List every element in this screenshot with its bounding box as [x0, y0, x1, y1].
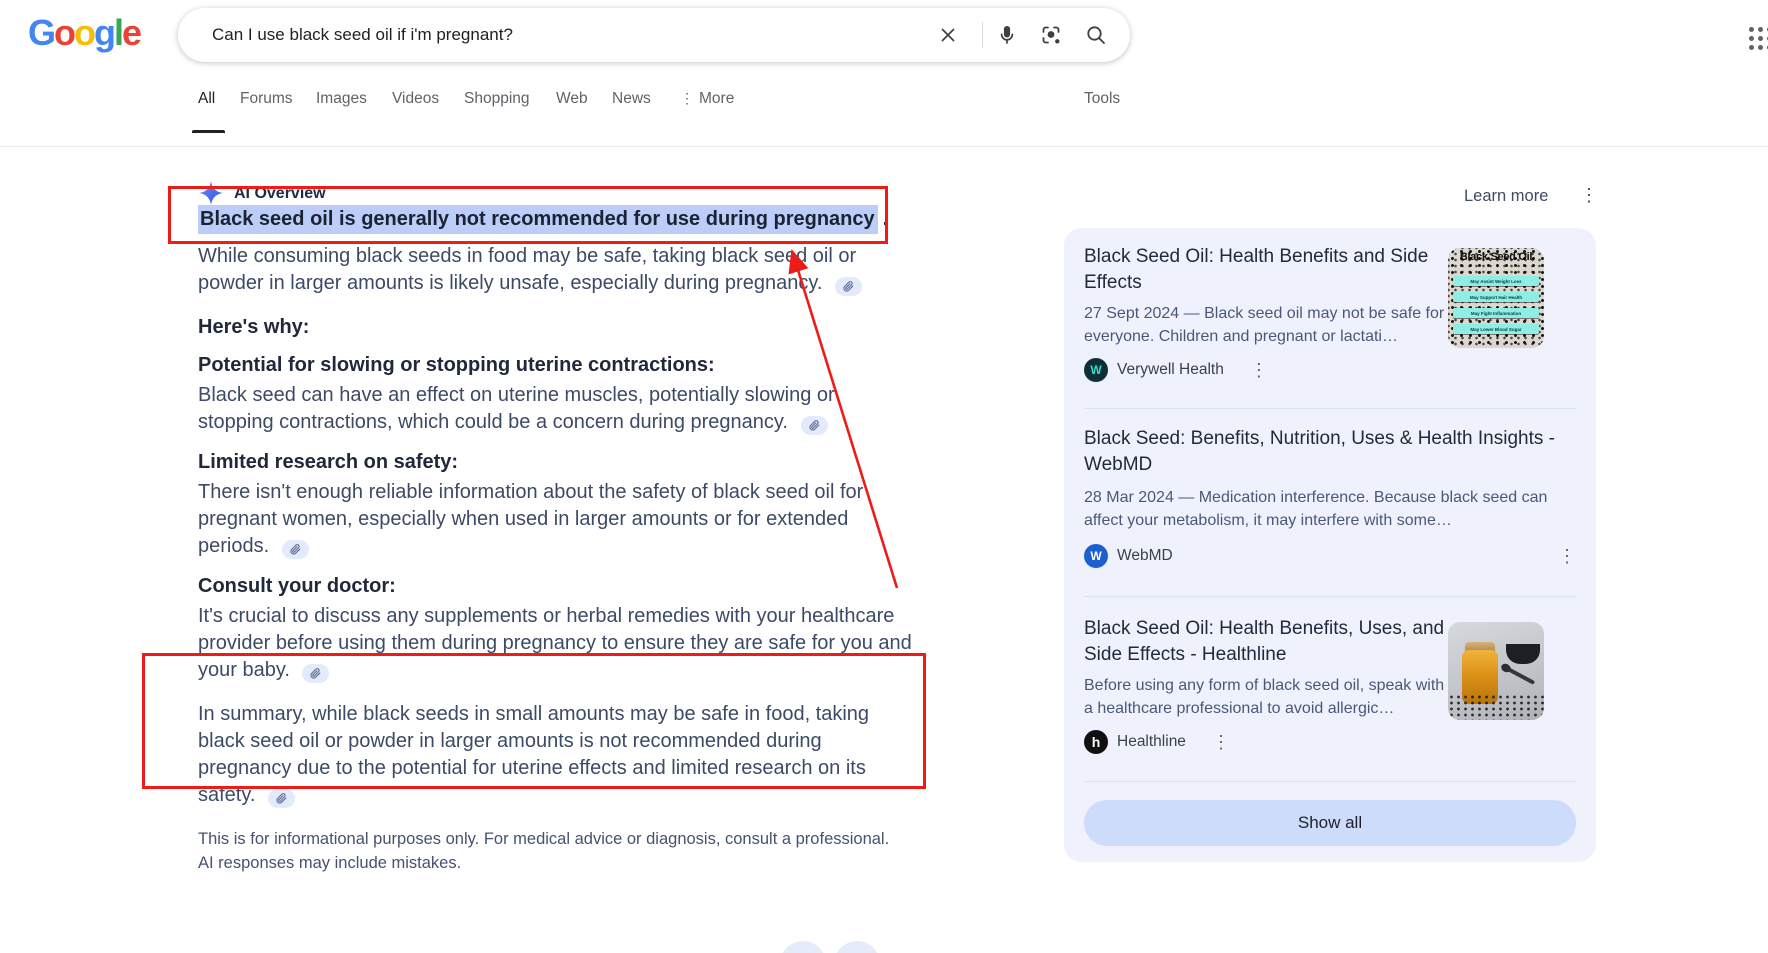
section-paragraph: Black seed can have an effect on uterine… — [198, 382, 912, 436]
source-card-snippet: Before using any form of black seed oil,… — [1084, 674, 1456, 720]
section-heading: Potential for slowing or stopping uterin… — [198, 352, 912, 379]
thumbnail-title: Black Seed Oil — [1448, 251, 1544, 263]
summary-paragraph: In summary, while black seeds in small a… — [198, 701, 912, 809]
header-divider — [0, 146, 1768, 147]
source-link-chip[interactable] — [268, 789, 295, 808]
lead-sentence-line: Black seed oil is generally not recommen… — [198, 206, 912, 234]
section-paragraph: There isn't enough reliable information … — [198, 479, 912, 560]
tab-news[interactable]: News — [612, 90, 651, 108]
logo-letter: o — [74, 12, 94, 54]
card-divider — [1084, 596, 1576, 597]
source-card-title[interactable]: Black Seed Oil: Health Benefits, Uses, a… — [1084, 616, 1456, 668]
clear-search-icon[interactable] — [936, 23, 960, 47]
tab-forums[interactable]: Forums — [240, 90, 293, 108]
search-bar-divider — [982, 22, 983, 48]
source-name: Verywell Health — [1117, 361, 1224, 379]
tab-shopping[interactable]: Shopping — [464, 90, 530, 108]
source-card-thumbnail[interactable]: Black Seed Oil May Assist Weight Loss Ma… — [1448, 248, 1544, 348]
spoon-image — [1507, 667, 1535, 685]
seed-bowl-image — [1506, 644, 1540, 664]
section-paragraph: It's crucial to discuss any supplements … — [198, 603, 912, 684]
more-kebab-icon: ⋮ — [680, 90, 694, 106]
verywell-health-logo: W — [1084, 358, 1108, 382]
card-divider — [1084, 781, 1576, 782]
section-text: Black seed can have an effect on uterine… — [198, 384, 835, 433]
google-logo[interactable]: Google — [28, 12, 140, 54]
black-seeds-texture — [1448, 694, 1544, 720]
source-card-title[interactable]: Black Seed: Benefits, Nutrition, Uses & … — [1084, 426, 1576, 478]
search-input[interactable]: Can I use black seed oil if i'm pregnant… — [212, 8, 513, 62]
source-link-chip[interactable] — [801, 416, 828, 435]
webmd-logo: W — [1084, 544, 1108, 568]
source-link-chip[interactable] — [835, 277, 862, 296]
source-card-title[interactable]: Black Seed Oil: Health Benefits and Side… — [1084, 244, 1456, 296]
healthline-logo: h — [1084, 730, 1108, 754]
intro-text: While consuming black seeds in food may … — [198, 245, 856, 294]
section-heading: Limited research on safety: — [198, 449, 912, 476]
lead-period: . — [883, 208, 889, 230]
card-divider — [1084, 408, 1576, 409]
source-card-thumbnail[interactable] — [1448, 622, 1544, 720]
source-card-snippet: 28 Mar 2024 — Medication interference. B… — [1084, 486, 1576, 532]
tab-images[interactable]: Images — [316, 90, 367, 108]
google-search-results-page: Google Can I use black seed oil if i'm p… — [0, 0, 1768, 953]
banner-label: May Assist Weight Loss — [1453, 276, 1539, 286]
disclaimer-line: AI responses may include mistakes. — [198, 851, 912, 875]
paperclip-icon — [290, 544, 301, 555]
source-attribution[interactable]: W WebMD ⋮ — [1084, 544, 1576, 568]
logo-letter: g — [94, 12, 114, 54]
show-all-button[interactable]: Show all — [1084, 800, 1576, 846]
card-menu-icon[interactable]: ⋮ — [1558, 547, 1576, 565]
thumbnail-banners: May Assist Weight Loss May Support Hair … — [1453, 270, 1539, 334]
logo-letter: e — [122, 12, 140, 54]
source-attribution[interactable]: h Healthline ⋮ — [1084, 730, 1230, 754]
ai-overview-body: Black seed oil is generally not recommen… — [198, 196, 912, 875]
logo-letter: l — [114, 12, 122, 54]
ai-overview-menu-icon[interactable]: ⋮ — [1580, 186, 1598, 204]
source-link-chip[interactable] — [282, 540, 309, 559]
sources-panel: Black Seed Oil: Health Benefits and Side… — [1064, 228, 1596, 862]
source-name: Healthline — [1117, 733, 1186, 751]
tab-videos[interactable]: Videos — [392, 90, 439, 108]
tab-more-label: More — [699, 90, 734, 107]
google-apps-grid-icon[interactable] — [1749, 27, 1768, 53]
source-attribution[interactable]: W Verywell Health ⋮ — [1084, 358, 1268, 382]
voice-search-mic-icon[interactable] — [995, 23, 1019, 47]
source-name: WebMD — [1117, 547, 1173, 565]
paperclip-icon — [843, 281, 854, 292]
banner-label: May Support Hair Health — [1453, 292, 1539, 302]
selected-tab-underline — [192, 130, 225, 133]
why-heading: Here's why: — [198, 314, 912, 341]
card-menu-icon[interactable]: ⋮ — [1212, 733, 1230, 751]
intro-paragraph: While consuming black seeds in food may … — [198, 243, 912, 297]
search-bar[interactable]: Can I use black seed oil if i'm pregnant… — [178, 8, 1130, 62]
tab-all[interactable]: All — [198, 90, 215, 108]
disclaimer-line: This is for informational purposes only.… — [198, 827, 912, 851]
learn-more-link[interactable]: Learn more — [1464, 187, 1548, 206]
highlighted-lead-sentence: Black seed oil is generally not recommen… — [198, 205, 878, 234]
paperclip-icon — [276, 793, 287, 804]
summary-text: In summary, while black seeds in small a… — [198, 703, 869, 806]
card-menu-icon[interactable]: ⋮ — [1250, 361, 1268, 379]
tab-more[interactable]: ⋮ More — [680, 90, 734, 108]
paperclip-icon — [809, 420, 820, 431]
search-submit-icon[interactable] — [1084, 23, 1108, 47]
google-lens-icon[interactable] — [1039, 23, 1063, 47]
section-heading: Consult your doctor: — [198, 573, 912, 600]
logo-letter: G — [28, 12, 54, 54]
tools-button[interactable]: Tools — [1084, 90, 1120, 108]
tab-web[interactable]: Web — [556, 90, 588, 108]
source-card-snippet: 27 Sept 2024 — Black seed oil may not be… — [1084, 302, 1456, 348]
thumbs-down-button[interactable] — [834, 941, 880, 953]
ai-disclaimer: This is for informational purposes only.… — [198, 827, 912, 875]
banner-label: May Lower Blood Sugar — [1453, 324, 1539, 334]
source-link-chip[interactable] — [302, 664, 329, 683]
logo-letter: o — [54, 12, 74, 54]
banner-label: May Fight Inflammation — [1453, 308, 1539, 318]
thumbs-up-button[interactable] — [780, 941, 826, 953]
paperclip-icon — [310, 668, 321, 679]
